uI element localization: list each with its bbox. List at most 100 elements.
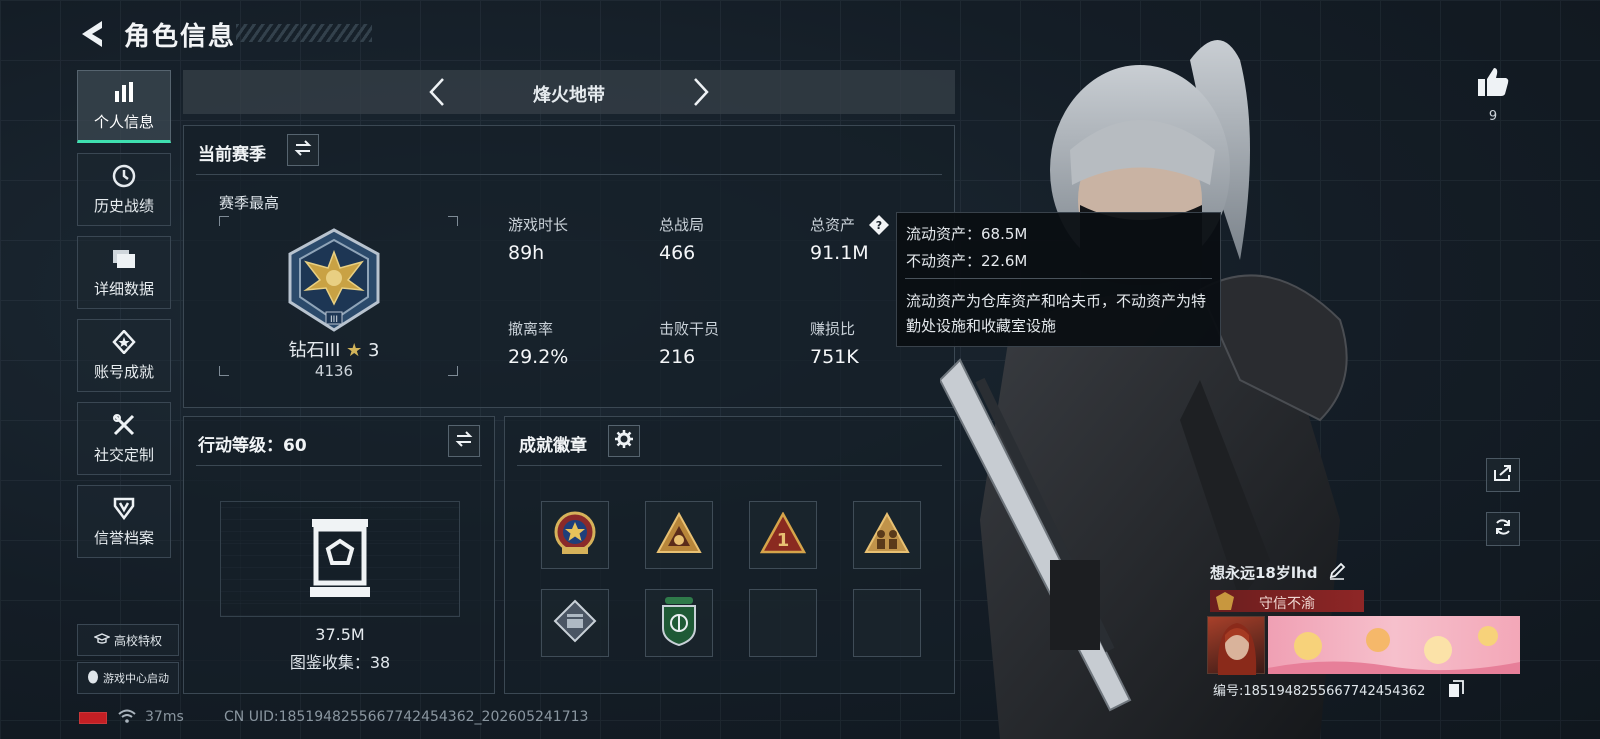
badges-title: 成就徽章 bbox=[519, 436, 587, 456]
player-name: 想永远18岁lhd bbox=[1210, 564, 1318, 582]
title-decoration bbox=[236, 24, 372, 42]
rank-score: 4136 bbox=[314, 362, 354, 380]
current-season-title: 当前赛季 bbox=[198, 145, 266, 165]
badge-slot[interactable] bbox=[645, 501, 713, 569]
season-switch-button[interactable] bbox=[287, 134, 319, 166]
game-center-launch-button[interactable]: 游戏中心启动 bbox=[77, 662, 179, 694]
sidebar-item-achievements[interactable]: 账号成就 bbox=[77, 319, 171, 392]
campus-privilege-label: 高校特权 bbox=[113, 633, 162, 648]
tooltip-liquid-assets: 流动资产：68.5M bbox=[906, 225, 1028, 243]
uid-text: CN UID:1851948255667742454362_2026052417… bbox=[224, 709, 589, 725]
gear-icon bbox=[615, 430, 633, 452]
badges-settings-button[interactable] bbox=[608, 425, 640, 457]
rank-emblem-icon: III bbox=[282, 226, 386, 338]
clock-icon bbox=[111, 163, 137, 189]
collection-count: 图鉴收集：38 bbox=[289, 653, 391, 672]
number-one-badge-icon: 1 bbox=[759, 511, 807, 558]
avatar[interactable] bbox=[1207, 616, 1265, 675]
ping-text: 37ms bbox=[145, 709, 184, 725]
swap-icon bbox=[294, 140, 312, 160]
empty-badge-slot[interactable] bbox=[853, 589, 921, 657]
sidebar-item-label: 个人信息 bbox=[93, 113, 154, 131]
back-arrow-icon[interactable] bbox=[78, 18, 106, 50]
tooltip-description: 流动资产为仓库资产和哈夫币，不动资产为特勤处设施和收藏室设施 bbox=[906, 292, 1207, 335]
mode-selector: 烽火地带 bbox=[183, 70, 955, 114]
battery-icon bbox=[79, 712, 107, 724]
title-banner: 守信不渝 bbox=[1210, 590, 1364, 612]
game-center-label: 游戏中心启动 bbox=[103, 672, 169, 685]
folder-icon bbox=[111, 246, 137, 272]
sidebar-item-social[interactable]: 社交定制 bbox=[77, 402, 171, 475]
tooltip-fixed-assets: 不动资产：22.6M bbox=[906, 252, 1028, 270]
divider bbox=[196, 174, 942, 175]
badge-slot[interactable]: 1 bbox=[749, 501, 817, 569]
stat-value-total-assets: 91.1M bbox=[810, 242, 869, 264]
swap-icon bbox=[455, 431, 473, 451]
badge-slot[interactable] bbox=[541, 501, 609, 569]
sidebar-item-label: 详细数据 bbox=[93, 280, 154, 298]
diamond-crate-badge-icon bbox=[552, 598, 598, 648]
name-card-banner[interactable] bbox=[1268, 616, 1520, 674]
help-question-icon[interactable]: ? bbox=[868, 214, 889, 235]
sidebar-item-label: 社交定制 bbox=[93, 446, 154, 464]
svg-text:III: III bbox=[330, 315, 338, 325]
tooltip-divider bbox=[905, 278, 1212, 279]
stat-value-extraction-rate: 29.2% bbox=[508, 346, 569, 368]
triangle-shield-badge-icon bbox=[656, 511, 702, 558]
frame-corner bbox=[448, 216, 458, 226]
rank-name: 钻石III bbox=[288, 340, 341, 361]
sidebar-item-label: 历史战绩 bbox=[93, 197, 154, 215]
empty-badge-slot[interactable] bbox=[749, 589, 817, 657]
action-level-title: 行动等级：60 bbox=[198, 436, 307, 456]
achievement-badges-panel: 成就徽章 1 bbox=[504, 416, 955, 694]
frame-corner bbox=[219, 216, 229, 226]
badge-slot[interactable] bbox=[645, 589, 713, 657]
player-id: 编号:1851948255667742454362 bbox=[1213, 684, 1426, 699]
badge-slot[interactable] bbox=[853, 501, 921, 569]
divider bbox=[517, 465, 942, 466]
sidebar-item-history[interactable]: 历史战绩 bbox=[77, 153, 171, 226]
like-count: 9 bbox=[1488, 109, 1498, 124]
current-season-panel: 当前赛季 赛季最高 III 钻石III ★ 3 4136 游戏时长 89h 总战… bbox=[183, 125, 955, 408]
stat-value-kills: 216 bbox=[659, 346, 696, 368]
star-icon: ★ bbox=[346, 340, 363, 361]
refresh-button[interactable] bbox=[1486, 512, 1520, 546]
divider bbox=[196, 465, 482, 466]
svg-text:1: 1 bbox=[777, 530, 790, 551]
badge-slot[interactable] bbox=[541, 589, 609, 657]
frame-corner bbox=[448, 366, 458, 376]
stat-label-playtime: 游戏时长 bbox=[508, 216, 569, 234]
stat-value-total-matches: 466 bbox=[659, 242, 696, 264]
share-button[interactable] bbox=[1486, 458, 1520, 492]
collection-value: 37.5M bbox=[315, 625, 365, 644]
share-icon bbox=[1493, 464, 1513, 486]
wifi-icon bbox=[118, 708, 136, 727]
action-level-switch-button[interactable] bbox=[448, 425, 480, 457]
page-title: 角色信息 bbox=[124, 22, 237, 52]
next-mode-arrow-icon[interactable] bbox=[685, 76, 715, 108]
game-screen: 角色信息 个人信息 历史战绩 详细数据 账号成就 社交定制 信誉档案 高校特权 … bbox=[0, 0, 1600, 739]
sidebar-item-credit[interactable]: 信誉档案 bbox=[77, 485, 171, 558]
stat-label-total-assets: 总资产 bbox=[810, 216, 856, 234]
season-best-label: 赛季最高 bbox=[219, 194, 280, 212]
green-shield-badge-icon bbox=[659, 596, 699, 650]
player-title: 守信不渝 bbox=[1259, 596, 1315, 612]
sidebar-item-detailed-data[interactable]: 详细数据 bbox=[77, 236, 171, 309]
campus-privilege-button[interactable]: 高校特权 bbox=[77, 624, 179, 656]
tools-icon bbox=[111, 412, 137, 438]
edit-name-icon[interactable] bbox=[1328, 562, 1346, 584]
penguin-icon bbox=[87, 670, 99, 687]
thumbs-up-icon[interactable] bbox=[1476, 66, 1510, 102]
sidebar-item-personal-info[interactable]: 个人信息 bbox=[77, 70, 171, 143]
sidebar-item-label: 信誉档案 bbox=[93, 529, 154, 547]
bar-chart-icon bbox=[111, 79, 137, 105]
action-level-panel: 行动等级：60 37.5M 图鉴收集：38 bbox=[183, 416, 495, 694]
refresh-icon bbox=[1493, 517, 1513, 541]
stat-value-profit-ratio: 751K bbox=[810, 346, 859, 368]
stat-label-total-matches: 总战局 bbox=[659, 216, 705, 234]
copy-icon[interactable] bbox=[1448, 680, 1464, 702]
display-case-icon bbox=[308, 517, 372, 603]
stat-label-profit-ratio: 赚损比 bbox=[810, 320, 856, 338]
svg-text:?: ? bbox=[876, 219, 882, 232]
star-emblem-badge-icon bbox=[552, 510, 598, 560]
